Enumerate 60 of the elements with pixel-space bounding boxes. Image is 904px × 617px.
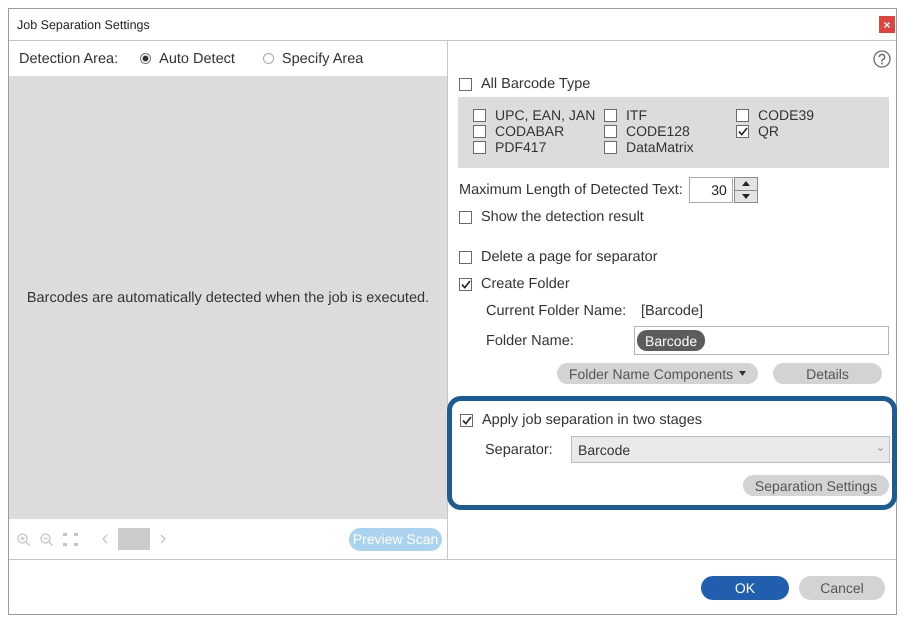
close-icon: [884, 22, 890, 28]
checkbox[interactable]: [736, 124, 749, 138]
radio-button[interactable]: [262, 53, 274, 64]
caret-up-icon: [742, 181, 750, 186]
folder-name-field[interactable]: Barcode: [634, 326, 889, 355]
checkbox[interactable]: [736, 108, 749, 122]
checkbox-label: QR: [758, 123, 779, 139]
checkbox-label: ITF: [626, 107, 647, 123]
checkbox[interactable]: [459, 250, 472, 264]
checkbox[interactable]: [473, 140, 486, 154]
checkbox[interactable]: [604, 140, 617, 154]
checkbox-label: CODE39: [758, 107, 814, 123]
checkbox[interactable]: [473, 124, 486, 138]
current-folder-label: Current Folder Name:: [486, 303, 626, 319]
caret-down-icon: [878, 448, 883, 451]
caret-down-icon: [739, 371, 746, 376]
cancel-button[interactable]: Cancel: [799, 576, 885, 600]
preview-message: Barcodes are automatically detected when the job is executed.: [26, 290, 430, 306]
checkbox[interactable]: [459, 278, 472, 290]
folder-name-components-button[interactable]: Folder Name Components: [557, 363, 758, 384]
checkbox[interactable]: [604, 108, 617, 122]
caret-down-icon: [742, 194, 750, 199]
separator-select[interactable]: Barcode: [571, 436, 890, 463]
window-title: Job Separation Settings: [17, 18, 150, 32]
separator-label: Separator:: [485, 442, 553, 458]
checkbox-label: PDF417: [495, 139, 546, 155]
spin-down-button[interactable]: [734, 190, 758, 203]
spin-up-button[interactable]: [734, 177, 758, 190]
folder-name-token[interactable]: Barcode: [637, 330, 706, 351]
check-icon: [738, 126, 748, 136]
current-folder-value: [Barcode]: [641, 303, 704, 319]
checkbox[interactable]: [459, 210, 472, 224]
check-icon: [462, 416, 472, 424]
max-length-field[interactable]: 30: [688, 177, 733, 203]
details-button[interactable]: Details: [773, 363, 882, 384]
checkbox-label: DataMatrix: [626, 139, 694, 155]
folder-name-label: Folder Name:: [486, 332, 574, 348]
checkbox-label: CODABAR: [495, 123, 564, 139]
max-length-label: Maximum Length of Detected Text:: [459, 182, 683, 198]
detection-area-label: Detection Area:: [19, 50, 118, 66]
checkbox[interactable]: [459, 78, 472, 90]
checkbox-label: UPC, EAN, JAN: [495, 107, 596, 123]
checkbox-label: Show the detection result: [481, 209, 644, 225]
checkbox[interactable]: [460, 414, 473, 426]
radio-button[interactable]: [140, 53, 152, 64]
page-number-field[interactable]: [118, 528, 150, 550]
check-icon: [460, 280, 470, 288]
radio-label: Auto Detect: [159, 50, 235, 66]
checkbox-label: Delete a page for separator: [481, 249, 658, 265]
checkbox-label: All Barcode Type: [481, 76, 590, 92]
checkbox[interactable]: [604, 124, 617, 138]
checkbox-label: Apply job separation in two stages: [482, 412, 702, 428]
checkbox-label: Create Folder: [481, 276, 570, 292]
ok-button[interactable]: OK: [701, 576, 789, 600]
help-icon[interactable]: [873, 50, 891, 68]
checkbox[interactable]: [473, 108, 486, 122]
close-button[interactable]: [879, 16, 895, 33]
separation-settings-button[interactable]: Separation Settings: [743, 475, 889, 496]
radio-label: Specify Area: [282, 50, 364, 66]
checkbox-label: CODE128: [626, 123, 690, 139]
